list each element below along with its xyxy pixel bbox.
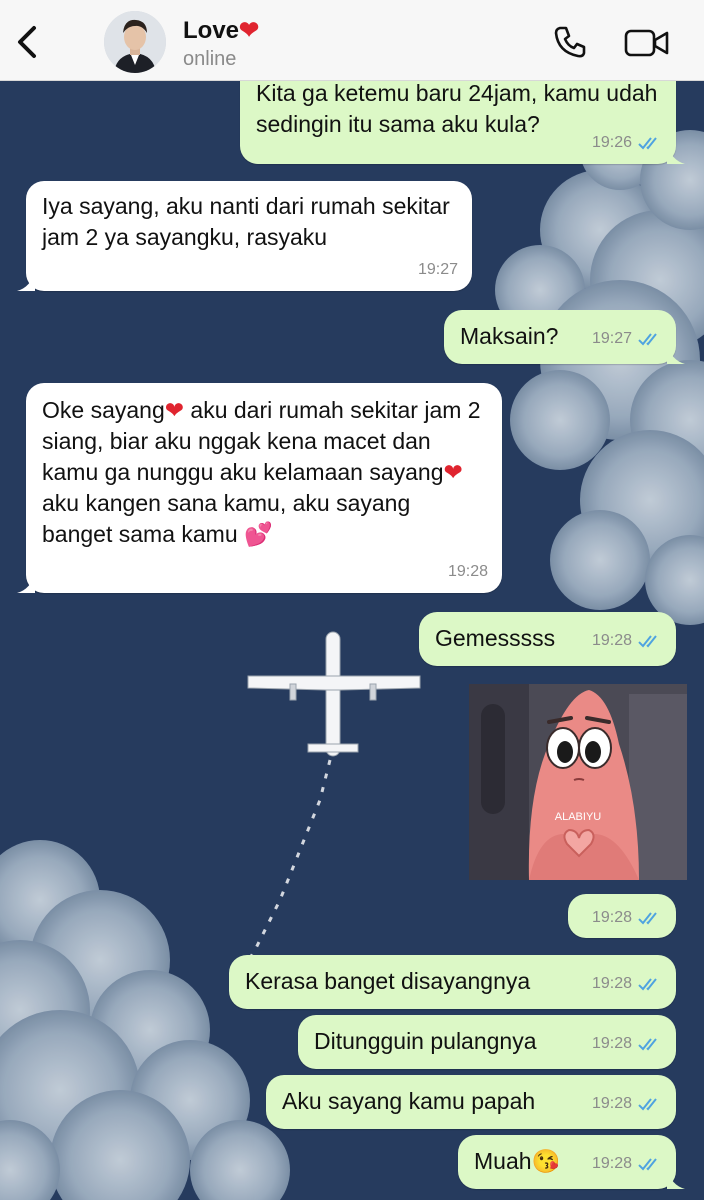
back-chevron-icon[interactable]: [12, 24, 44, 60]
message-meta: 19:28: [592, 1148, 662, 1179]
sticker-caption: ALABIYU: [555, 811, 602, 823]
message-bubble-outgoing[interactable]: Gemesssss 19:28: [419, 612, 676, 666]
read-ticks-icon: [638, 977, 657, 991]
message-bubble-outgoing[interactable]: Aku sayang kamu papah 19:28: [266, 1075, 676, 1129]
kiss-emoji: 😘: [531, 1148, 561, 1174]
contact-name[interactable]: Love❤: [183, 16, 259, 45]
heart-emoji: ❤: [239, 17, 260, 44]
message-time: 19:28: [591, 975, 632, 993]
heart-emoji: ❤: [164, 397, 185, 423]
message-time: 19:28: [591, 1155, 632, 1173]
sticker-meta-bubble: 19:28: [568, 894, 676, 938]
read-ticks-icon: [638, 136, 657, 149]
bubble-tail: [667, 1169, 685, 1189]
sticker-image[interactable]: ALABIYU: [469, 684, 687, 880]
video-camera-icon[interactable]: [624, 26, 670, 60]
message-meta: 19:28: [448, 556, 488, 587]
message-meta: 19:28: [592, 902, 662, 933]
message-bubble-outgoing[interactable]: Muah😘 19:28: [458, 1135, 685, 1189]
read-ticks-icon: [638, 634, 657, 648]
message-time: 19:28: [591, 632, 632, 650]
read-ticks-icon: [638, 911, 657, 925]
message-text-part: aku kangen sana kamu, aku sayang banget …: [42, 490, 411, 547]
two-hearts-emoji: 💕: [244, 521, 273, 547]
message-meta: 19:28: [592, 1088, 662, 1119]
bubble-tail: [667, 344, 685, 364]
message-time: 19:28: [591, 909, 632, 927]
message-time: 19:27: [591, 330, 632, 348]
message-text-part: Oke sayang: [42, 397, 165, 423]
read-ticks-icon: [638, 1097, 657, 1111]
phone-icon[interactable]: [552, 24, 588, 60]
message-text: Oke sayang❤ aku dari rumah sekitar jam 2…: [42, 393, 486, 550]
message-meta: 19:26: [592, 127, 662, 158]
contact-name-text: Love: [183, 17, 240, 44]
message-meta: 19:28: [592, 625, 662, 656]
message-time: 19:27: [417, 261, 458, 278]
message-bubble-outgoing[interactable]: Maksain? 19:27: [444, 310, 685, 364]
message-bubble-outgoing[interactable]: Ditungguin pulangnya 19:28: [298, 1015, 676, 1069]
contact-status: online: [183, 48, 237, 70]
message-time: 19:26: [591, 134, 632, 151]
contact-avatar[interactable]: [104, 11, 166, 73]
message-time: 19:28: [591, 1095, 632, 1113]
message-meta: 19:27: [592, 323, 662, 354]
message-meta: 19:28: [592, 1028, 662, 1059]
message-bubble-incoming[interactable]: Oke sayang❤ aku dari rumah sekitar jam 2…: [17, 383, 502, 593]
message-bubble-outgoing[interactable]: Kerasa banget disayangnya 19:28: [229, 955, 676, 1009]
read-ticks-icon: [638, 332, 657, 346]
read-ticks-icon: [638, 1037, 657, 1051]
heart-emoji: ❤: [443, 459, 463, 485]
message-time: 19:28: [447, 563, 488, 580]
message-bubble-incoming[interactable]: Iya sayang, aku nanti dari rumah sekitar…: [17, 181, 472, 291]
message-meta: 19:27: [418, 254, 458, 285]
message-text: Iya sayang, aku nanti dari rumah sekitar…: [42, 193, 450, 250]
message-text-part: Muah: [474, 1148, 532, 1174]
bubble-tail: [17, 271, 35, 291]
message-meta: 19:28: [592, 968, 662, 999]
read-ticks-icon: [638, 1157, 657, 1171]
bubble-tail: [17, 573, 35, 593]
bubble-tail: [667, 144, 685, 164]
message-time: 19:28: [591, 1035, 632, 1053]
chat-header: Love❤ online: [0, 0, 704, 81]
